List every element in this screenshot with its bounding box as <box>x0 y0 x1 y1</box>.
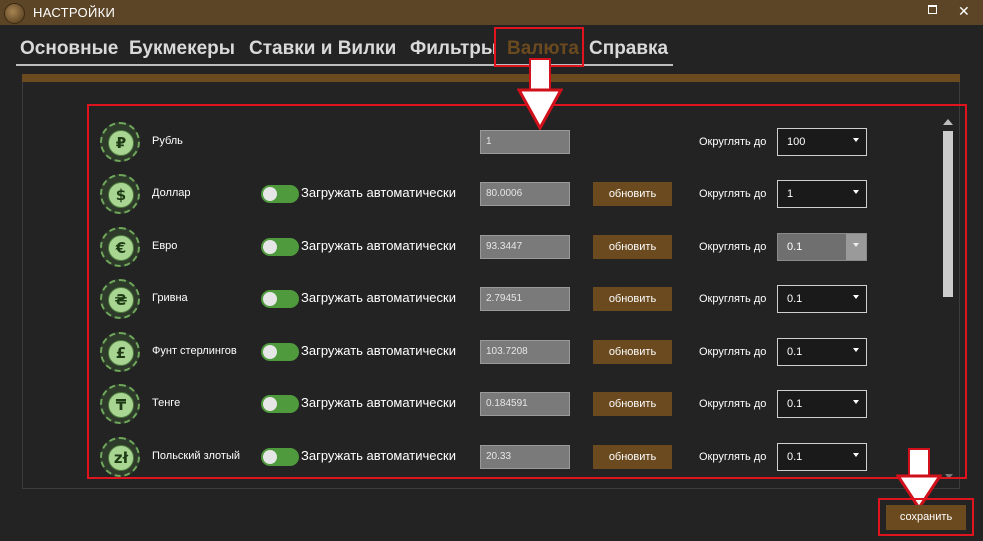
app-logo-icon <box>4 3 25 24</box>
tab-filters[interactable]: Фильтры <box>410 38 497 60</box>
tab-bets-forks[interactable]: Ставки и Вилки <box>249 38 396 60</box>
tab-help[interactable]: Справка <box>589 38 668 60</box>
tab-bookmakers[interactable]: Букмекеры <box>129 38 235 60</box>
save-button-highlight <box>878 498 974 536</box>
tab-main[interactable]: Основные <box>20 38 118 60</box>
maximize-icon[interactable] <box>928 5 937 14</box>
currency-list-highlight <box>87 104 967 479</box>
title-bar: НАСТРОЙКИ ✕ <box>0 0 983 25</box>
window-title: НАСТРОЙКИ <box>33 5 116 20</box>
close-icon[interactable]: ✕ <box>958 3 970 20</box>
panel-header-bar <box>22 74 960 82</box>
